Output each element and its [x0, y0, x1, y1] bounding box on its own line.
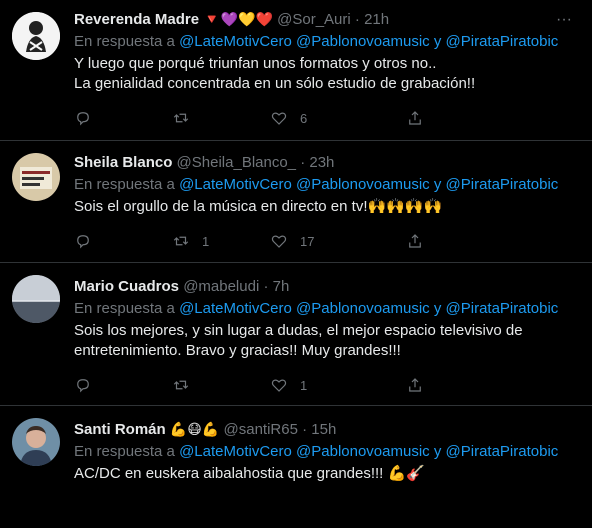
avatar[interactable] [12, 275, 60, 323]
timestamp[interactable]: 7h [273, 278, 290, 295]
like-count: 17 [300, 233, 315, 249]
like-icon [271, 379, 287, 392]
share-icon [409, 111, 421, 125]
like-count: 6 [300, 110, 308, 126]
avatar[interactable] [12, 153, 60, 201]
tweet-actions: 6 [74, 108, 504, 128]
tweet-text-line: AC/DC en euskera aibalahostia que grande… [74, 465, 425, 482]
like-button[interactable]: 1 [270, 376, 368, 394]
like-count: 1 [300, 377, 308, 393]
tweet[interactable]: Mario Cuadros @mabeludi · 7h En respuest… [0, 263, 592, 406]
mention-link[interactable]: @PirataPiratobic [446, 33, 559, 50]
tweet-text: Y luego que porqué triunfan unos formato… [74, 54, 580, 94]
reply-icon [77, 112, 89, 126]
reply-prefix: En respuesta a [74, 176, 175, 193]
author-handle[interactable]: @santiR65 [224, 421, 298, 438]
like-icon [271, 235, 287, 248]
tweet-text-line: Y luego que porqué triunfan unos formato… [74, 55, 437, 72]
share-button[interactable] [406, 376, 504, 394]
like-button[interactable]: 6 [270, 109, 368, 127]
name-emoji: 💪😷💪 [169, 422, 220, 438]
mention-conjunction: y [433, 300, 442, 317]
tweet-header: Santi Román 💪😷💪 @santiR65 · 15h [74, 420, 580, 440]
mention-conjunction: y [433, 443, 442, 460]
retweet-icon [173, 236, 189, 246]
author-name[interactable]: Sheila Blanco [74, 154, 172, 171]
tweet-text-line: Sois el orgullo de la música en directo … [74, 198, 443, 215]
author-handle[interactable]: @Sheila_Blanco_ [177, 154, 296, 171]
reply-icon [77, 235, 89, 249]
author-name[interactable]: Mario Cuadros [74, 278, 179, 295]
retweet-count: 1 [202, 233, 210, 249]
name-emoji: 🔻💜💛❤️ [203, 12, 273, 28]
mention-link[interactable]: @Pablonovoamusic [296, 443, 430, 460]
tweet-text-line: entretenimiento. Bravo y gracias!! Muy g… [74, 342, 401, 359]
mention-link[interactable]: @LateMotivCero [179, 443, 292, 460]
tweet-text-line: Sois los mejores, y sin lugar a dudas, e… [74, 322, 523, 339]
mention-link[interactable]: @PirataPiratobic [446, 443, 559, 460]
retweet-button[interactable] [172, 109, 270, 127]
mention-link[interactable]: @Pablonovoamusic [296, 300, 430, 317]
separator-dot: · [263, 278, 269, 295]
timestamp[interactable]: 21h [364, 11, 389, 28]
timestamp[interactable]: 23h [309, 154, 334, 171]
mention-link[interactable]: @PirataPiratobic [446, 300, 559, 317]
tweet[interactable]: Santi Román 💪😷💪 @santiR65 · 15h En respu… [0, 406, 592, 528]
timestamp[interactable]: 15h [311, 421, 336, 438]
reply-context: En respuesta a @LateMotivCero @Pablonovo… [74, 32, 580, 52]
author-name[interactable]: Reverenda Madre [74, 11, 199, 28]
separator-dot: · [354, 11, 360, 28]
reply-context: En respuesta a @LateMotivCero @Pablonovo… [74, 175, 580, 195]
reply-context: En respuesta a @LateMotivCero @Pablonovo… [74, 299, 580, 319]
reply-context: En respuesta a @LateMotivCero @Pablonovo… [74, 442, 580, 462]
avatar[interactable] [12, 12, 60, 60]
share-button[interactable] [406, 109, 504, 127]
tweet-actions: 1 [74, 375, 504, 395]
author-name[interactable]: Santi Román [74, 421, 166, 438]
like-icon [271, 112, 287, 125]
mention-link[interactable]: @LateMotivCero [179, 300, 292, 317]
reply-icon [77, 379, 89, 393]
tweet-text: Sois los mejores, y sin lugar a dudas, e… [74, 321, 580, 361]
tweet-text-line: La genialidad concentrada en un sólo est… [74, 75, 476, 92]
mention-conjunction: y [433, 33, 442, 50]
mention-link[interactable]: @LateMotivCero [179, 33, 292, 50]
tweet[interactable]: Reverenda Madre 🔻💜💛❤️ @Sor_Auri · 21h En… [0, 0, 592, 141]
author-handle[interactable]: @mabeludi [183, 278, 259, 295]
tweet-header: Reverenda Madre 🔻💜💛❤️ @Sor_Auri · 21h [74, 10, 580, 30]
reply-prefix: En respuesta a [74, 443, 175, 460]
mention-link[interactable]: @Pablonovoamusic [296, 176, 430, 193]
retweet-button[interactable]: 1 [172, 232, 270, 250]
mention-conjunction: y [433, 176, 442, 193]
avatar[interactable] [12, 418, 60, 466]
mention-link[interactable]: @Pablonovoamusic [296, 33, 430, 50]
tweet[interactable]: Sheila Blanco @Sheila_Blanco_ · 23h En r… [0, 141, 592, 263]
more-icon[interactable]: ··· [554, 10, 574, 30]
retweet-icon [173, 113, 189, 123]
tweet-header: Sheila Blanco @Sheila_Blanco_ · 23h [74, 153, 580, 173]
share-icon [409, 234, 421, 248]
like-button[interactable]: 17 [270, 232, 368, 250]
reply-feed: Reverenda Madre 🔻💜💛❤️ @Sor_Auri · 21h En… [0, 0, 592, 528]
author-handle[interactable]: @Sor_Auri [277, 11, 351, 28]
separator-dot: · [300, 154, 306, 171]
reply-button[interactable] [74, 232, 172, 250]
share-button[interactable] [406, 232, 504, 250]
separator-dot: · [302, 421, 308, 438]
mention-link[interactable]: @LateMotivCero [179, 176, 292, 193]
tweet-text: Sois el orgullo de la música en directo … [74, 197, 580, 217]
tweet-actions: 1 17 [74, 231, 504, 251]
share-icon [409, 378, 421, 392]
reply-prefix: En respuesta a [74, 33, 175, 50]
retweet-icon [173, 380, 189, 390]
reply-button[interactable] [74, 109, 172, 127]
tweet-text: AC/DC en euskera aibalahostia que grande… [74, 464, 580, 484]
reply-button[interactable] [74, 376, 172, 394]
tweet-header: Mario Cuadros @mabeludi · 7h [74, 277, 580, 297]
retweet-button[interactable] [172, 376, 270, 394]
reply-prefix: En respuesta a [74, 300, 175, 317]
mention-link[interactable]: @PirataPiratobic [446, 176, 559, 193]
